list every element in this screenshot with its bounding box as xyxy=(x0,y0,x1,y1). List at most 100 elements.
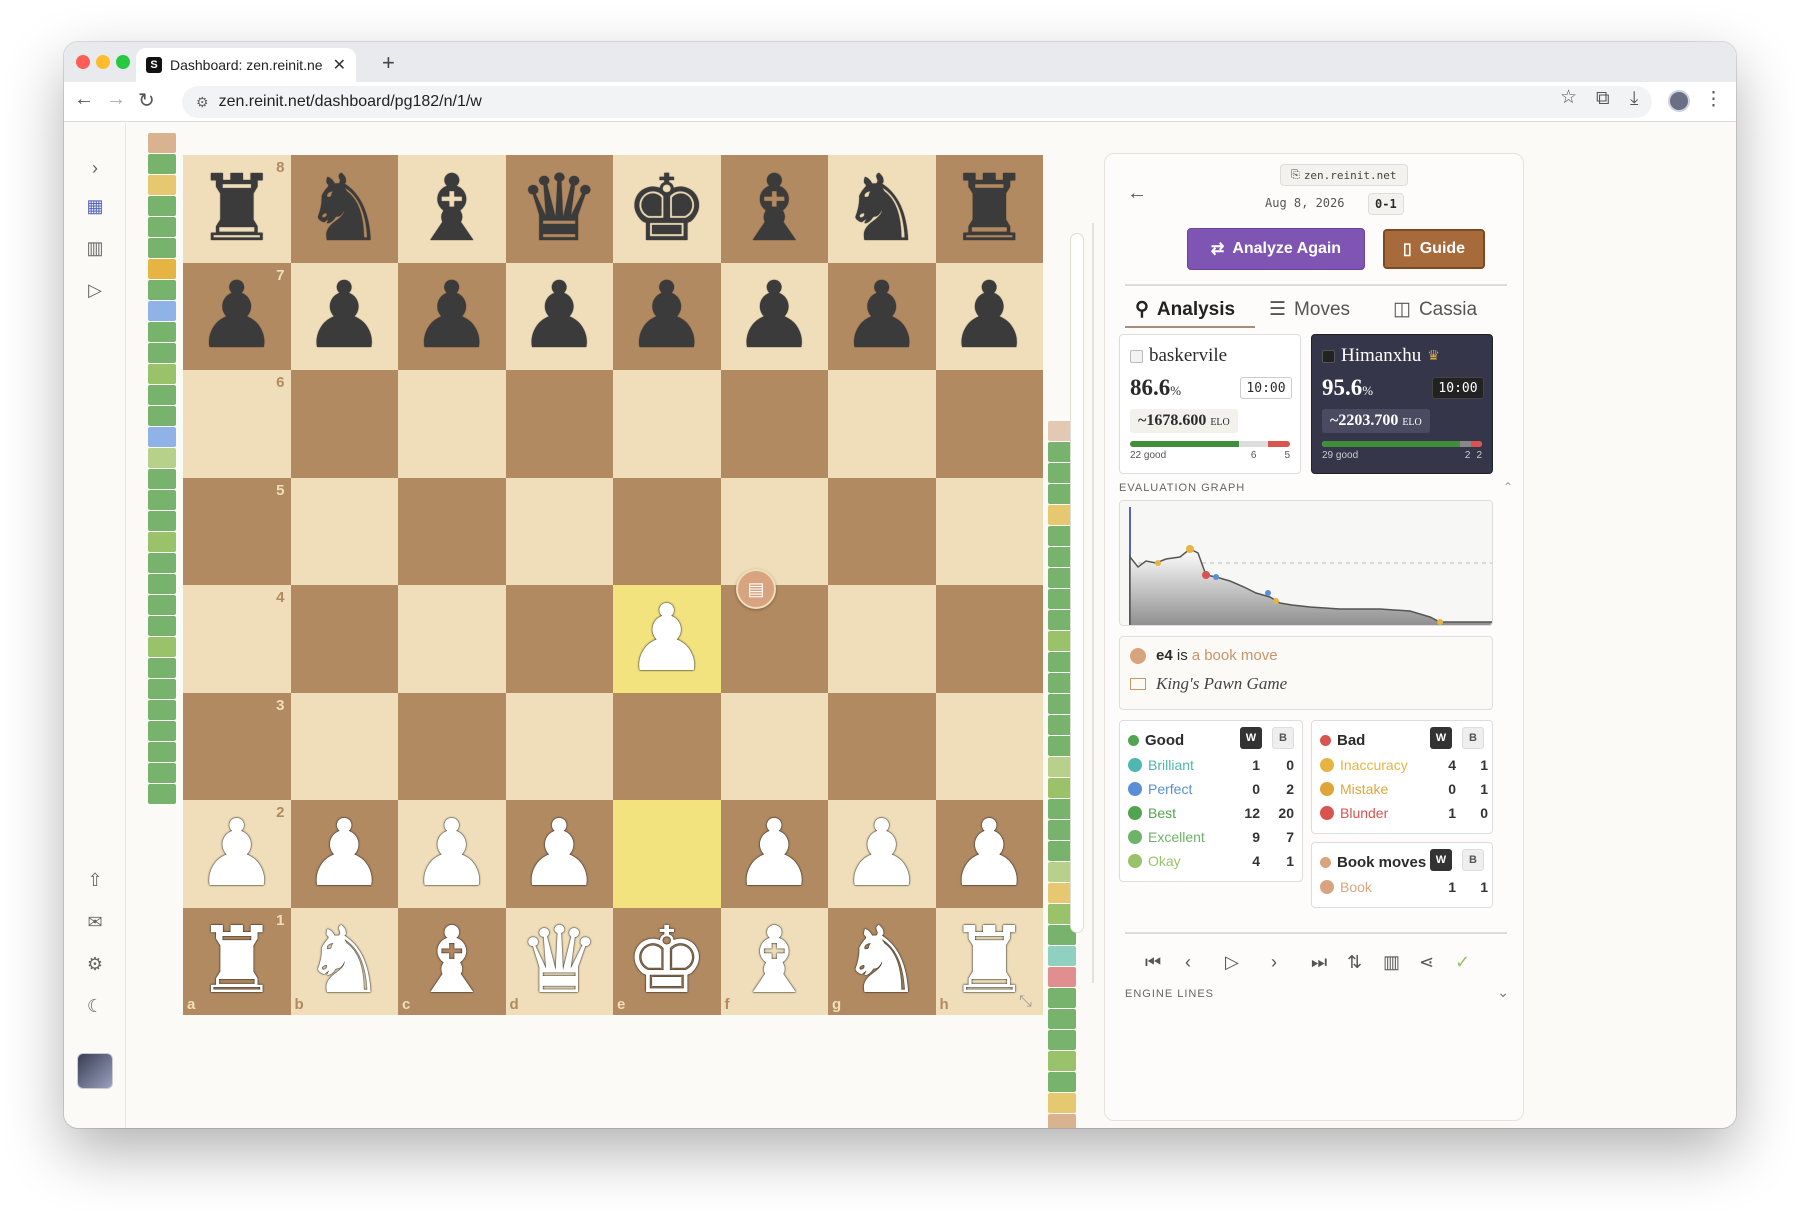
tab-moves[interactable]: ☰ Moves xyxy=(1269,298,1350,321)
stat-row-okay[interactable]: Okay 4 1 xyxy=(1128,849,1294,873)
chart-icon[interactable]: ▥ xyxy=(1383,952,1400,973)
close-window-button[interactable] xyxy=(76,55,90,69)
settings-sliders-icon[interactable]: ⚙ xyxy=(80,949,110,979)
white-filter-button[interactable]: W xyxy=(1430,727,1452,749)
black-filter-button[interactable]: B xyxy=(1272,727,1294,749)
square-f1[interactable]: f ♝ xyxy=(720,907,828,1015)
stat-row-best[interactable]: Best 12 20 xyxy=(1128,801,1294,825)
tab-analysis[interactable]: ⚲ Analysis xyxy=(1135,298,1235,321)
browser-tab[interactable]: S Dashboard: zen.reinit.ne ✕ xyxy=(136,48,356,82)
guide-button[interactable]: ▯ Guide xyxy=(1383,229,1485,269)
white-knight-icon[interactable]: ♞ xyxy=(841,915,923,1007)
move-quality-marker[interactable] xyxy=(148,511,176,531)
square-h2[interactable]: ♟ xyxy=(935,800,1043,908)
square-a2[interactable]: 2 ♟ xyxy=(183,800,291,908)
download-icon[interactable]: ⤓ xyxy=(1630,88,1638,110)
move-quality-marker[interactable] xyxy=(148,721,176,741)
bookmark-star-icon[interactable]: ☆ xyxy=(1560,86,1577,109)
menu-kebab-icon[interactable]: ⋮ xyxy=(1704,88,1723,111)
square-a6[interactable]: 6 xyxy=(183,370,291,478)
move-quality-marker[interactable] xyxy=(148,133,176,153)
stat-row-brilliant[interactable]: Brilliant 1 0 xyxy=(1128,753,1294,777)
square-b5[interactable] xyxy=(290,477,398,585)
white-pawn-icon[interactable]: ♟ xyxy=(303,807,385,900)
square-c7[interactable]: ♟ xyxy=(398,262,506,370)
white-king-icon[interactable]: ♚ xyxy=(626,915,708,1007)
square-h6[interactable] xyxy=(935,370,1043,478)
square-a4[interactable]: 4 xyxy=(183,585,291,693)
black-pawn-icon[interactable]: ♟ xyxy=(841,270,923,362)
new-tab-button[interactable]: + xyxy=(382,50,395,76)
back-icon[interactable]: ← xyxy=(74,88,94,111)
site-settings-icon[interactable]: ⚙ xyxy=(196,94,209,111)
expand-sidebar-icon[interactable]: › xyxy=(80,153,110,183)
stats-chart-icon[interactable]: ▥ xyxy=(80,233,110,263)
square-b3[interactable] xyxy=(290,692,398,800)
chevron-down-icon[interactable]: ⌄ xyxy=(1497,984,1509,1001)
move-quality-marker[interactable] xyxy=(148,301,176,321)
stat-row-blunder[interactable]: Blunder 1 0 xyxy=(1320,801,1488,825)
square-c3[interactable] xyxy=(398,692,506,800)
white-pawn-icon[interactable]: ♟ xyxy=(518,807,600,900)
white-rook-icon[interactable]: ♜ xyxy=(196,915,278,1007)
square-f4[interactable] xyxy=(720,585,828,693)
next-move-icon[interactable]: › xyxy=(1271,952,1277,973)
play-icon[interactable]: ▷ xyxy=(1225,952,1239,973)
tab-close-icon[interactable]: ✕ xyxy=(333,55,346,75)
square-b2[interactable]: ♟ xyxy=(290,800,398,908)
white-knight-icon[interactable]: ♞ xyxy=(303,915,385,1007)
move-quality-marker[interactable] xyxy=(1048,1009,1076,1029)
upload-icon[interactable]: ⇧ xyxy=(80,865,110,895)
move-quality-marker[interactable] xyxy=(148,637,176,657)
square-f5[interactable] xyxy=(720,477,828,585)
move-quality-marker[interactable] xyxy=(148,574,176,594)
black-filter-button[interactable]: B xyxy=(1462,727,1484,749)
black-rook-icon[interactable]: ♜ xyxy=(948,162,1030,255)
move-quality-marker[interactable] xyxy=(1048,1093,1076,1113)
white-pawn-icon[interactable]: ♟ xyxy=(948,807,1030,900)
square-b4[interactable] xyxy=(290,585,398,693)
square-g4[interactable] xyxy=(828,585,936,693)
user-avatar[interactable] xyxy=(77,1053,113,1089)
square-b6[interactable] xyxy=(290,370,398,478)
play-icon[interactable]: ▷ xyxy=(80,275,110,305)
square-d7[interactable]: ♟ xyxy=(505,262,613,370)
move-quality-marker[interactable] xyxy=(1048,1072,1076,1092)
square-d2[interactable]: ♟ xyxy=(505,800,613,908)
white-filter-button[interactable]: W xyxy=(1430,849,1452,871)
url-field[interactable]: ⚙ zen.reinit.net/dashboard/pg182/n/1/w xyxy=(182,86,1652,118)
square-d3[interactable] xyxy=(505,692,613,800)
square-a5[interactable]: 5 xyxy=(183,477,291,585)
square-c6[interactable] xyxy=(398,370,506,478)
square-h4[interactable] xyxy=(935,585,1043,693)
square-d1[interactable]: d ♛ xyxy=(505,907,613,1015)
square-a1[interactable]: 1 a ♜ xyxy=(183,907,291,1015)
move-quality-marker[interactable] xyxy=(1048,967,1076,987)
move-quality-marker[interactable] xyxy=(148,700,176,720)
check-icon[interactable]: ✓ xyxy=(1455,952,1470,973)
square-g5[interactable] xyxy=(828,477,936,585)
move-quality-marker[interactable] xyxy=(148,784,176,804)
move-quality-marker[interactable] xyxy=(1048,1114,1076,1128)
move-quality-marker[interactable] xyxy=(148,154,176,174)
move-quality-marker[interactable] xyxy=(148,217,176,237)
square-h7[interactable]: ♟ xyxy=(935,262,1043,370)
square-e4[interactable]: ♟ xyxy=(613,585,721,693)
black-queen-icon[interactable]: ♛ xyxy=(518,162,600,255)
square-b1[interactable]: b ♞ xyxy=(290,907,398,1015)
black-pawn-icon[interactable]: ♟ xyxy=(733,270,815,362)
black-pawn-icon[interactable]: ♟ xyxy=(948,270,1030,362)
square-b8[interactable]: ♞ xyxy=(290,155,398,263)
square-a8[interactable]: 8 ♜ xyxy=(183,155,291,263)
square-c8[interactable]: ♝ xyxy=(398,155,506,263)
mail-icon[interactable]: ✉ xyxy=(80,907,110,937)
black-pawn-icon[interactable]: ♟ xyxy=(303,270,385,362)
minimize-window-button[interactable] xyxy=(96,55,110,69)
flip-board-icon[interactable]: ⇅ xyxy=(1347,952,1362,973)
black-pawn-icon[interactable]: ♟ xyxy=(411,270,493,362)
move-quality-marker[interactable] xyxy=(148,595,176,615)
move-quality-marker[interactable] xyxy=(1048,1030,1076,1050)
move-quality-marker[interactable] xyxy=(148,448,176,468)
stat-row-mistake[interactable]: Mistake 0 1 xyxy=(1320,777,1488,801)
square-e8[interactable]: ♚ xyxy=(613,155,721,263)
